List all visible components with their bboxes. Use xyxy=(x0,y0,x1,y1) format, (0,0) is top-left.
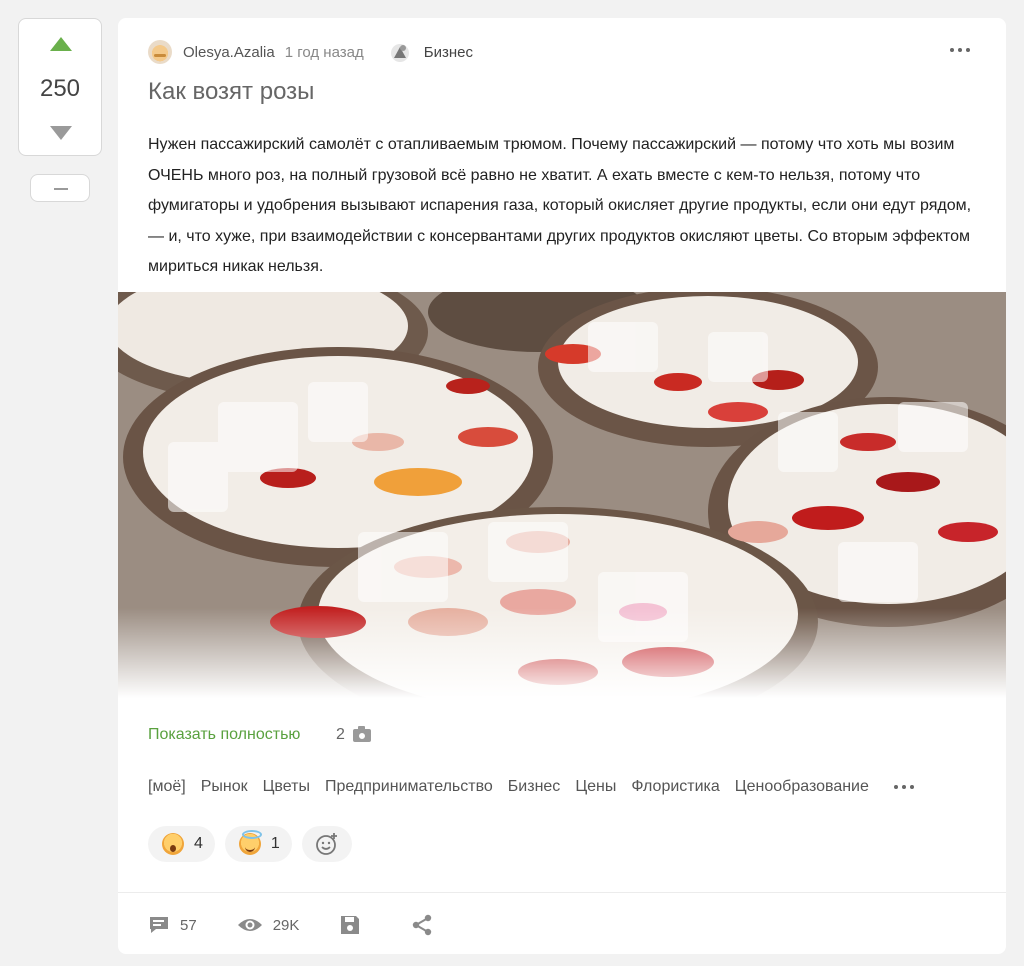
share-button[interactable] xyxy=(411,914,443,936)
post-meta: Olesya.Azalia 1 год назад Бизнес xyxy=(148,40,473,64)
comment-icon xyxy=(150,917,168,933)
more-options-icon[interactable] xyxy=(950,48,970,52)
shocked-face-icon xyxy=(162,833,184,855)
post-footer: 57 29K xyxy=(148,914,483,936)
post-photo[interactable] xyxy=(118,292,1006,698)
community-link[interactable]: Бизнес xyxy=(424,44,473,61)
reaction-halo[interactable]: 1 xyxy=(224,826,292,862)
photo-count[interactable]: 2 xyxy=(336,725,371,744)
collapse-post-button[interactable] xyxy=(30,174,90,202)
post-body: Нужен пассажирский самолёт с отапливаемы… xyxy=(148,136,972,275)
tag-list: [моё] Рынок Цветы Предпринимательство Би… xyxy=(148,778,914,796)
halo-face-icon xyxy=(238,830,262,855)
post-title[interactable]: Как возят розы xyxy=(148,78,314,106)
add-reaction-button[interactable] xyxy=(301,826,352,862)
tag[interactable]: Рынок xyxy=(201,778,248,796)
photo-fade-overlay xyxy=(118,608,1006,698)
footer-divider xyxy=(118,892,1006,893)
community-icon[interactable] xyxy=(388,40,412,64)
minus-icon xyxy=(54,188,68,190)
add-emoji-icon xyxy=(315,833,337,855)
tag[interactable]: Предпринимательство xyxy=(325,778,493,796)
author-link[interactable]: Olesya.Azalia xyxy=(183,44,275,61)
photo-count-value: 2 xyxy=(336,726,345,743)
upvote-arrow-icon[interactable] xyxy=(50,37,72,51)
reaction-count: 4 xyxy=(194,835,203,852)
comments-count: 57 xyxy=(180,916,197,934)
reactions: 4 1 xyxy=(148,826,352,862)
downvote-arrow-icon[interactable] xyxy=(50,126,72,140)
tag[interactable]: Цены xyxy=(575,778,616,796)
share-icon xyxy=(413,914,432,936)
save-icon xyxy=(341,916,360,934)
save-button[interactable] xyxy=(339,914,371,936)
tag[interactable]: Флористика xyxy=(631,778,719,796)
show-full-link[interactable]: Показать полностью xyxy=(148,726,300,744)
avatar[interactable] xyxy=(148,40,172,64)
more-tags-icon[interactable] xyxy=(893,785,914,789)
comments-button[interactable]: 57 xyxy=(148,915,197,935)
post-card: Olesya.Azalia 1 год назад Бизнес Как воз… xyxy=(118,18,1006,954)
camera-icon xyxy=(352,725,371,742)
eye-icon xyxy=(237,919,262,931)
views-count: 29K xyxy=(272,916,300,934)
post-time[interactable]: 1 год назад xyxy=(285,44,364,61)
tag[interactable]: Цветы xyxy=(263,778,310,796)
vote-count: 250 xyxy=(39,75,81,102)
tag[interactable]: [моё] xyxy=(148,778,186,796)
vote-panel: 250 xyxy=(18,18,102,156)
tag[interactable]: Ценообразование xyxy=(735,778,869,796)
reaction-count: 1 xyxy=(270,835,280,852)
tag[interactable]: Бизнес xyxy=(508,778,561,796)
views-indicator: 29K xyxy=(237,916,300,934)
reaction-shocked[interactable]: 4 xyxy=(148,826,215,862)
